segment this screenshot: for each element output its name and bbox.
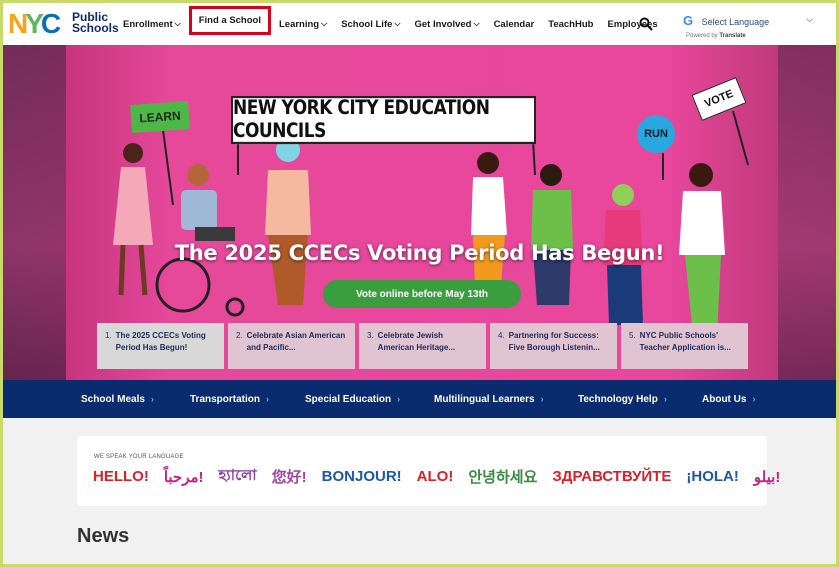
greeting: مرحباً! xyxy=(163,468,204,486)
powered-by-translate: Powered by Translate xyxy=(686,33,746,39)
carousel-tab-2[interactable]: 2. Celebrate Asian American and Pacific..… xyxy=(228,323,355,369)
quick-link-special-education[interactable]: Special Education › xyxy=(305,380,400,418)
search-icon[interactable] xyxy=(639,17,653,31)
logo-mark: NYC xyxy=(8,8,61,39)
language-selector[interactable]: G Select Language ⌵ Powered by Translate xyxy=(683,12,833,39)
vote-online-button[interactable]: Vote online before May 13th xyxy=(323,280,521,308)
greeting: بيلو! xyxy=(753,468,781,486)
hero-carousel: LEARN NEW YORK CITY EDUCATION COUNCILS R… xyxy=(3,45,836,380)
nyc-public-schools-logo[interactable]: NYC Public Schools xyxy=(8,8,119,39)
greeting: HELLO! xyxy=(93,468,149,485)
greeting: ¡HOLA! xyxy=(686,468,739,485)
chevron-down-icon: ⌵ xyxy=(174,19,181,28)
greeting: BONJOUR! xyxy=(321,468,402,485)
google-g-icon: G xyxy=(683,13,694,28)
languages-card[interactable]: WE SPEAK YOUR LANGUAGE HELLO! مرحباً! হ্… xyxy=(77,436,780,506)
chevron-right-icon: › xyxy=(266,394,270,404)
chevron-right-icon: › xyxy=(663,394,667,404)
site-header: NYC Public Schools Enrollment ⌵ Find a Sc… xyxy=(3,3,836,45)
chevron-down-icon: ⌵ xyxy=(806,14,813,24)
hero-title: The 2025 CCECs Voting Period Has Begun! xyxy=(174,241,665,265)
quick-link-transportation[interactable]: Transportation › xyxy=(190,380,269,418)
page: NYC Public Schools Enrollment ⌵ Find a Sc… xyxy=(3,3,836,564)
nav-learning[interactable]: Learning ⌵ xyxy=(279,19,327,30)
quick-link-multilingual-learners[interactable]: Multilingual Learners › xyxy=(434,380,544,418)
chevron-right-icon: › xyxy=(150,394,154,404)
quick-links-bar: School Meals › Transportation › Special Ed… xyxy=(3,380,836,418)
content-area: WE SPEAK YOUR LANGUAGE HELLO! مرحباً! হ্… xyxy=(3,418,836,564)
education-councils-banner: NEW YORK CITY EDUCATION COUNCILS xyxy=(231,95,536,145)
chevron-right-icon: › xyxy=(540,394,544,404)
nav-find-a-school[interactable]: Find a School xyxy=(188,5,271,35)
greeting: 您好! xyxy=(271,469,307,486)
chevron-down-icon: ⌵ xyxy=(321,19,328,28)
nav-enrollment[interactable]: Enrollment ⌵ xyxy=(123,19,181,30)
learn-sign: LEARN xyxy=(130,101,190,133)
carousel-tab-5[interactable]: 5. NYC Public Schools' Teacher Applicatio… xyxy=(621,323,748,369)
chevron-right-icon: › xyxy=(752,394,756,404)
carousel-tab-3[interactable]: 3. Celebrate Jewish American Heritage... xyxy=(359,323,486,369)
nav-school-life[interactable]: School Life ⌵ xyxy=(341,19,400,30)
nav-get-involved[interactable]: Get Involved ⌵ xyxy=(414,19,479,30)
nav-teachhub[interactable]: TeachHub xyxy=(548,19,593,30)
chevron-down-icon: ⌵ xyxy=(473,19,480,28)
quick-link-about-us[interactable]: About Us › xyxy=(702,380,755,418)
run-sign: RUN xyxy=(637,115,675,153)
languages-caption: WE SPEAK YOUR LANGUAGE xyxy=(94,454,184,460)
carousel-tabs: 1. The 2025 CCECs Voting Period Has Begun… xyxy=(97,323,752,369)
greeting: ЗДРАВСТВУЙТЕ xyxy=(552,468,672,485)
main-nav: Enrollment ⌵ Find a School Learning ⌵ Scho… xyxy=(123,3,672,45)
greeting: 안녕하세요 xyxy=(468,469,538,486)
news-heading: News xyxy=(77,525,130,547)
select-language-label: Select Language xyxy=(701,17,770,27)
chevron-down-icon: ⌵ xyxy=(394,19,401,28)
greeting: হ্যালো xyxy=(218,467,257,484)
greetings-row: HELLO! مرحباً! হ্যালো 您好! BONJOUR! ALO! … xyxy=(93,464,795,489)
nav-calendar[interactable]: Calendar xyxy=(494,19,535,30)
greeting: ALO! xyxy=(416,468,454,485)
logo-wordmark: Public Schools xyxy=(72,10,119,35)
quick-link-school-meals[interactable]: School Meals › xyxy=(81,380,154,418)
carousel-tab-1[interactable]: 1. The 2025 CCECs Voting Period Has Begun… xyxy=(97,323,224,369)
carousel-tab-4[interactable]: 4. Partnering for Success: Five Borough L… xyxy=(490,323,617,369)
quick-link-technology-help[interactable]: Technology Help › xyxy=(578,380,667,418)
chevron-right-icon: › xyxy=(397,394,401,404)
